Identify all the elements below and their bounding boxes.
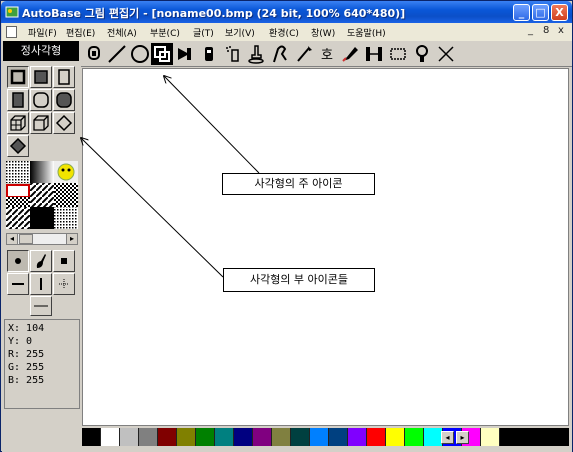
annotation-arrows [1,1,260,278]
app-window: AutoBase 그림 편집기 - [noname00.bmp (24 bit,… [0,0,573,452]
color-swatch[interactable] [481,428,500,446]
color-swatch[interactable] [120,428,139,446]
color-swatch[interactable] [253,428,272,446]
status-strip [2,447,572,452]
main-icon-callout: 사각형의 주 아이콘 [222,173,375,195]
palette-scroll-right-icon[interactable]: ▸ [456,431,469,444]
color-swatch[interactable] [291,428,310,446]
color-swatch[interactable] [405,428,424,446]
color-swatch[interactable] [177,428,196,446]
palette-scroll-left-icon[interactable]: ◂ [441,431,454,444]
main-icon-arrow [164,76,260,174]
color-swatch[interactable] [367,428,386,446]
color-swatch[interactable] [82,428,101,446]
color-swatch[interactable] [272,428,291,446]
color-swatch[interactable] [139,428,158,446]
color-swatch[interactable] [101,428,120,446]
sub-icons-arrow [81,138,224,278]
sub-icons-callout: 사각형의 부 아이콘들 [223,268,375,292]
color-swatch[interactable] [348,428,367,446]
color-swatch[interactable] [158,428,177,446]
color-swatch[interactable] [310,428,329,446]
color-palette [82,428,569,446]
color-swatch[interactable] [234,428,253,446]
color-swatch[interactable] [196,428,215,446]
color-swatch[interactable] [329,428,348,446]
color-swatch[interactable] [215,428,234,446]
color-swatch[interactable] [386,428,405,446]
